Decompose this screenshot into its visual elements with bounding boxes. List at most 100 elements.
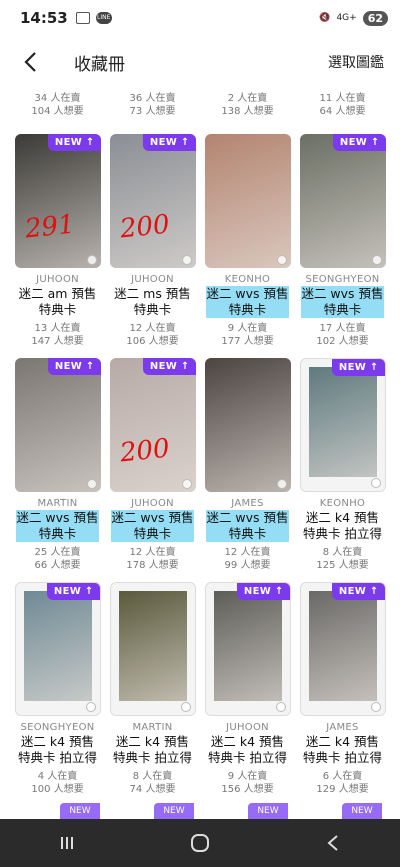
sellers-count: 12 人在賣 — [129, 323, 176, 334]
sellers-count: 11 人在賣 — [319, 93, 366, 104]
new-badge: NEW ↑ — [46, 583, 100, 600]
new-badge: NEW ↑ — [142, 358, 196, 375]
checkbox-icon[interactable] — [181, 255, 192, 265]
system-nav-bar: NEW NEW NEW NEW — [0, 803, 400, 867]
checkbox-icon[interactable] — [370, 702, 381, 712]
photocard-thumbnail[interactable]: NEW ↑ 200 — [109, 358, 196, 492]
photocard-item[interactable]: JAMES 迷二 wvs 預售 特典卡 12 人在賣 99 人想要 — [200, 358, 295, 572]
photocard-thumbnail[interactable]: NEW ↑ 200 — [109, 134, 196, 268]
new-badge: NEW ↑ — [331, 359, 385, 376]
card-title: 迷二 k4 預售 特典卡 拍立得 — [303, 510, 382, 541]
photocard-thumbnail[interactable]: NEW ↑ — [299, 134, 386, 268]
peek-new-tag: NEW — [154, 803, 194, 819]
wanters-count: 138 人想要 — [221, 106, 274, 117]
checkbox-icon[interactable] — [85, 702, 96, 712]
photocard-item[interactable]: NEW ↑ SEONGHYEON 迷二 k4 預售 特典卡 拍立得 4 人在賣 … — [10, 582, 105, 796]
new-badge: NEW ↑ — [236, 583, 290, 600]
photocard-item[interactable]: NEW ↑ MARTIN 迷二 wvs 預售 特典卡 25 人在賣 66 人想要 — [10, 358, 105, 572]
photocard-thumbnail[interactable]: NEW ↑ — [14, 582, 101, 716]
select-collection-button[interactable]: 選取圖鑑 — [328, 52, 384, 72]
back-nav-icon — [327, 835, 338, 851]
member-name: JUHOON — [131, 498, 174, 509]
member-photo — [109, 358, 196, 492]
card-title: 迷二 wvs 預售 特典卡 — [16, 510, 99, 542]
member-photo — [14, 134, 101, 268]
card-grid: 34 人在賣 104 人想要 36 人在賣 73 人想要 2 人在賣 138 人想要… — [10, 92, 390, 796]
checkbox-icon[interactable] — [370, 478, 381, 488]
photocard-thumbnail[interactable]: NEW ↑ 291 — [14, 134, 101, 268]
photocard-thumbnail[interactable] — [204, 134, 291, 268]
sellers-count: 34 人在賣 — [34, 93, 81, 104]
sellers-count: 12 人在賣 — [224, 547, 271, 558]
photocard-item[interactable]: NEW ↑ KEONHO 迷二 k4 預售 特典卡 拍立得 8 人在賣 125 … — [295, 358, 390, 572]
card-title: 迷二 am 預售 特典卡 — [18, 286, 97, 317]
sellers-count: 25 人在賣 — [34, 547, 81, 558]
photocard-thumbnail[interactable] — [109, 582, 196, 716]
member-photo — [14, 358, 101, 492]
member-name: MARTIN — [132, 722, 173, 733]
wanters-count: 66 人想要 — [34, 560, 81, 571]
card-title: 迷二 k4 預售 特典卡 拍立得 — [208, 734, 287, 765]
member-photo — [308, 367, 377, 477]
wanters-count: 64 人想要 — [319, 106, 366, 117]
checkbox-icon[interactable] — [371, 255, 382, 265]
photocard-item[interactable]: NEW ↑ 200 JUHOON 迷二 ms 預售 特典卡 12 人在賣 106… — [105, 134, 200, 348]
card-title: 迷二 k4 預售 特典卡 拍立得 — [113, 734, 192, 765]
new-badge: NEW ↑ — [142, 134, 196, 151]
photocard-item[interactable]: NEW ↑ JAMES 迷二 k4 預售 特典卡 拍立得 6 人在賣 129 人… — [295, 582, 390, 796]
wanters-count: 178 人想要 — [126, 560, 179, 571]
checkbox-icon[interactable] — [86, 479, 97, 489]
photocard-item[interactable]: NEW ↑ JUHOON 迷二 k4 預售 特典卡 拍立得 9 人在賣 156 … — [200, 582, 295, 796]
card-row: NEW ↑ MARTIN 迷二 wvs 預售 特典卡 25 人在賣 66 人想要… — [10, 358, 390, 572]
recents-icon — [60, 837, 73, 849]
member-photo — [118, 591, 187, 701]
signal-icon: 4G+ — [336, 13, 357, 23]
sellers-count: 8 人在賣 — [132, 771, 173, 782]
partial-card-cell[interactable]: 2 人在賣 138 人想要 — [200, 92, 295, 124]
page-title: 收藏冊 — [74, 54, 125, 75]
partial-card-cell[interactable]: 11 人在賣 64 人想要 — [295, 92, 390, 124]
peek-new-tag: NEW — [342, 803, 382, 819]
card-row: NEW ↑ SEONGHYEON 迷二 k4 預售 特典卡 拍立得 4 人在賣 … — [10, 582, 390, 796]
sellers-count: 36 人在賣 — [129, 93, 176, 104]
photocard-item[interactable]: MARTIN 迷二 k4 預售 特典卡 拍立得 8 人在賣 74 人想要 — [105, 582, 200, 796]
partial-card-cell[interactable]: 34 人在賣 104 人想要 — [10, 92, 105, 124]
sellers-count: 13 人在賣 — [34, 323, 81, 334]
member-photo — [213, 591, 282, 701]
photocard-thumbnail[interactable]: NEW ↑ — [299, 582, 386, 716]
card-title: 迷二 wvs 預售 特典卡 — [111, 510, 194, 542]
photocard-thumbnail[interactable] — [204, 358, 291, 492]
handwritten-price: 291 — [23, 209, 76, 245]
wanters-count: 106 人想要 — [126, 336, 179, 347]
new-badge: NEW ↑ — [47, 134, 101, 151]
member-photo — [23, 591, 92, 701]
checkbox-icon[interactable] — [86, 255, 97, 265]
photocard-item[interactable]: NEW ↑ 200 JUHOON 迷二 wvs 預售 特典卡 12 人在賣 17… — [105, 358, 200, 572]
wanters-count: 104 人想要 — [31, 106, 84, 117]
photocard-item[interactable]: NEW ↑ 291 JUHOON 迷二 am 預售 特典卡 13 人在賣 147… — [10, 134, 105, 348]
checkbox-icon[interactable] — [276, 479, 287, 489]
sellers-count: 8 人在賣 — [322, 547, 363, 558]
photocard-item[interactable]: NEW ↑ SEONGHYEON 迷二 wvs 預售 特典卡 17 人在賣 10… — [295, 134, 390, 348]
back-button[interactable] — [8, 40, 52, 84]
photocard-thumbnail[interactable]: NEW ↑ — [299, 358, 386, 492]
back-nav-button[interactable] — [303, 823, 363, 863]
member-name: JUHOON — [226, 722, 269, 733]
card-title: 迷二 wvs 預售 特典卡 — [301, 286, 384, 318]
member-name: JUHOON — [36, 274, 79, 285]
photocard-item[interactable]: KEONHO 迷二 wvs 預售 特典卡 9 人在賣 177 人想要 — [200, 134, 295, 348]
new-badge: NEW ↑ — [332, 134, 386, 151]
wanters-count: 147 人想要 — [31, 336, 84, 347]
wanters-count: 156 人想要 — [221, 784, 274, 795]
checkbox-icon[interactable] — [275, 702, 286, 712]
checkbox-icon[interactable] — [181, 479, 192, 489]
checkbox-icon[interactable] — [180, 702, 191, 712]
wanters-count: 99 人想要 — [224, 560, 271, 571]
screenshot-icon — [75, 12, 90, 24]
home-button[interactable] — [170, 823, 230, 863]
checkbox-icon[interactable] — [276, 255, 287, 265]
partial-card-cell[interactable]: 36 人在賣 73 人想要 — [105, 92, 200, 124]
photocard-thumbnail[interactable]: NEW ↑ — [14, 358, 101, 492]
photocard-thumbnail[interactable]: NEW ↑ — [204, 582, 291, 716]
recent-apps-button[interactable] — [37, 823, 97, 863]
